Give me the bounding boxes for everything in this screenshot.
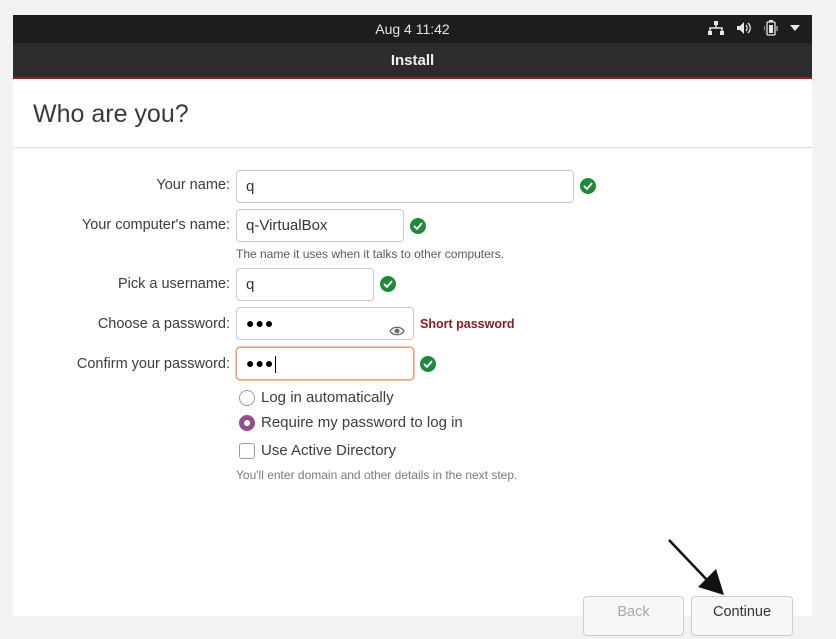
name-valid-icon [580, 178, 596, 194]
username-label: Pick a username: [117, 276, 230, 292]
system-menu-chevron-icon [790, 24, 800, 32]
system-tray[interactable] [708, 20, 800, 36]
password-label: Choose a password: [97, 316, 230, 332]
top-panel: Aug 4 11:42 [13, 15, 812, 43]
name-label: Your name: [156, 177, 230, 193]
computer-name-label: Your computer's name: [81, 217, 230, 233]
active-directory-label: Use Active Directory [261, 442, 397, 459]
auto-login-label: Log in automatically [261, 389, 394, 406]
clock[interactable]: Aug 4 11:42 [13, 21, 812, 37]
battery-icon [764, 20, 778, 36]
password-strength: Short password [420, 317, 515, 331]
text-caret [275, 355, 277, 373]
auto-login-option[interactable]: Log in automatically [239, 389, 394, 406]
installer-window: Who are you? Your name: q Your computer'… [13, 81, 812, 636]
confirm-password-label: Confirm your password: [76, 356, 230, 372]
active-directory-option[interactable]: Use Active Directory [239, 442, 396, 459]
name-field[interactable]: q [236, 170, 574, 203]
password-field[interactable]: ●●● [236, 307, 414, 340]
password-mask: ●●● [246, 315, 275, 331]
window-title: Install [13, 43, 812, 79]
active-directory-hint: You'll enter domain and other details in… [236, 468, 518, 482]
arrow-cursor-icon [668, 539, 724, 595]
show-password-icon[interactable] [389, 317, 405, 348]
divider [13, 147, 812, 148]
require-password-radio[interactable] [239, 414, 255, 431]
network-icon [708, 21, 724, 35]
active-directory-checkbox[interactable] [239, 442, 255, 459]
computer-name-valid-icon [410, 218, 426, 234]
page-title: Who are you? [33, 100, 189, 128]
confirm-password-mask: ●●● [246, 355, 275, 371]
confirm-password-field[interactable]: ●●● [236, 347, 414, 380]
computer-name-field[interactable]: q-VirtualBox [236, 209, 404, 242]
require-password-option[interactable]: Require my password to log in [239, 414, 463, 431]
username-valid-icon [380, 276, 396, 292]
confirm-password-valid-icon [420, 356, 436, 372]
auto-login-radio[interactable] [239, 389, 255, 406]
username-field[interactable]: q [236, 268, 374, 301]
volume-icon [736, 21, 752, 35]
continue-button[interactable]: Continue [691, 596, 793, 636]
back-button[interactable]: Back [583, 596, 684, 636]
require-password-label: Require my password to log in [261, 414, 463, 431]
computer-name-hint: The name it uses when it talks to other … [236, 247, 505, 261]
